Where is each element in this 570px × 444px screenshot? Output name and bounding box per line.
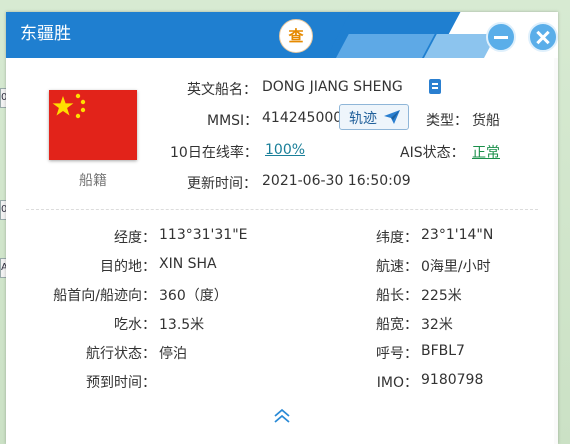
heading-value: 360（度） xyxy=(159,288,228,304)
mmsi-label: MMSI： xyxy=(207,113,259,129)
beam-label: 船宽： xyxy=(376,317,418,333)
track-button[interactable]: 轨迹 xyxy=(339,104,409,130)
ais-status-label: AIS状态： xyxy=(400,145,465,161)
draught-value: 13.5米 xyxy=(159,317,205,333)
draught-label: 吃水： xyxy=(114,317,156,333)
nav-status-value: 停泊 xyxy=(159,346,187,362)
panel-edge xyxy=(554,58,558,444)
ship-name-value: DONG JIANG SHENG xyxy=(262,79,403,95)
popup-titlebar: 东疆胜 查 xyxy=(6,12,558,58)
callsign-label: 呼号： xyxy=(376,346,418,362)
close-icon[interactable] xyxy=(528,22,558,52)
destination-label: 目的地： xyxy=(100,259,156,275)
ship-name-label: 英文船名： xyxy=(187,82,257,98)
section-divider xyxy=(26,209,538,210)
speed-value: 0海里/小时 xyxy=(421,259,491,275)
speed-label: 航速： xyxy=(376,259,418,275)
china-flag-icon xyxy=(49,90,137,160)
ais-status-link[interactable]: 正常 xyxy=(472,142,500,162)
type-label: 类型： xyxy=(426,113,468,129)
eta-label: 预到时间： xyxy=(86,375,156,391)
query-button[interactable]: 查 xyxy=(279,19,313,53)
minimize-icon[interactable] xyxy=(486,22,516,52)
chevron-double-up-icon[interactable] xyxy=(272,406,292,426)
length-label: 船长： xyxy=(376,288,418,304)
updated-time-value: 2021-06-30 16:50:09 xyxy=(262,173,411,189)
ship-title: 东疆胜 xyxy=(20,24,71,44)
nav-status-label: 航行状态： xyxy=(86,346,156,362)
track-button-label: 轨迹 xyxy=(349,111,377,127)
updated-time-label: 更新时间： xyxy=(187,176,257,192)
latitude-value: 23°1'14"N xyxy=(421,227,494,243)
type-value: 货船 xyxy=(472,113,500,129)
longitude-label: 经度： xyxy=(114,230,156,246)
longitude-value: 113°31'31"E xyxy=(159,227,248,243)
heading-label: 船首向/船迹向： xyxy=(53,288,156,304)
mmsi-value: 414245000 xyxy=(262,110,343,126)
online-rate-label: 10日在线率： xyxy=(170,145,258,161)
titlebar-stripe xyxy=(336,34,435,58)
imo-value: 9180798 xyxy=(421,372,484,388)
online-rate-link[interactable]: 100% xyxy=(265,142,305,158)
paper-plane-icon xyxy=(384,110,400,124)
imo-label: IMO： xyxy=(376,375,418,391)
callsign-value: BFBL7 xyxy=(421,343,465,359)
ship-info-popup: 东疆胜 查 船籍 英文船名： DONG JIANG SHENG MMSI： 41… xyxy=(6,12,558,444)
destination-value: XIN SHA xyxy=(159,256,217,272)
length-value: 225米 xyxy=(421,288,462,304)
flag-caption: 船籍 xyxy=(79,173,107,189)
latitude-label: 纬度： xyxy=(376,230,418,246)
beam-value: 32米 xyxy=(421,317,453,333)
book-icon[interactable] xyxy=(429,79,441,94)
